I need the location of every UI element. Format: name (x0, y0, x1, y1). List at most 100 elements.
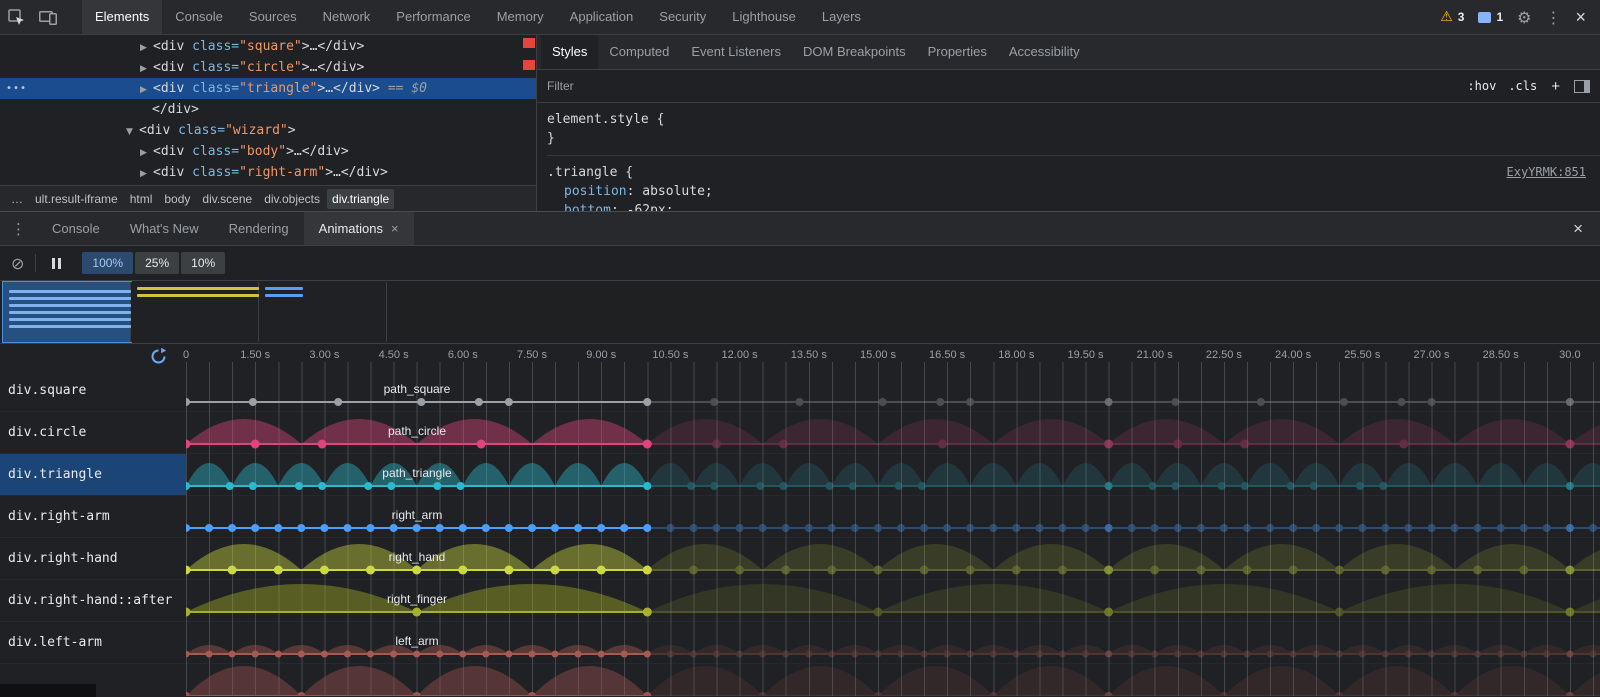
timeline-row-label[interactable]: div.left-arm (0, 622, 186, 663)
main-tab-security[interactable]: Security (646, 0, 719, 34)
main-tab-application[interactable]: Application (557, 0, 647, 34)
timeline-row-label[interactable]: div.triangle (0, 454, 186, 495)
timeline-row[interactable]: div.trianglepath_triangle (0, 454, 1600, 496)
sidebar-tab-computed[interactable]: Computed (598, 35, 680, 69)
breadcrumb-item[interactable]: … (6, 189, 28, 209)
disclosure-arrow-icon[interactable]: ▶ (140, 80, 153, 101)
timeline-row-track[interactable]: path_circle (186, 412, 1600, 453)
issues-badge[interactable]: 1 (1478, 10, 1503, 24)
timeline-row-track[interactable]: right_finger (186, 580, 1600, 621)
settings-gear-icon[interactable]: ⚙ (1517, 8, 1531, 27)
clear-all-icon[interactable]: ⊘ (11, 254, 24, 273)
timeline-row-track[interactable] (186, 664, 1600, 696)
code-token: "right-arm" (239, 165, 325, 180)
timeline-row-label[interactable]: div.right-hand (0, 538, 186, 579)
drawer-tab-console[interactable]: Console (37, 212, 115, 245)
main-tab-layers[interactable]: Layers (809, 0, 874, 34)
close-devtools-icon[interactable]: × (1575, 7, 1586, 28)
breadcrumb-item[interactable]: div.objects (259, 189, 325, 209)
preview-line (265, 287, 303, 290)
stylesheet-source-link[interactable]: ExyYRMK:851 (1507, 163, 1586, 182)
dom-node[interactable]: ▼<div class="wizard"> (0, 120, 536, 141)
timeline-row[interactable]: div.right-hand::afterright_finger (0, 580, 1600, 622)
css-property[interactable]: position: absolute; (547, 182, 1600, 201)
playback-rate-25[interactable]: 25% (135, 252, 179, 274)
code-token: <div (139, 123, 170, 138)
playback-rate-10[interactable]: 10% (181, 252, 225, 274)
sidebar-tab-styles[interactable]: Styles (541, 35, 598, 69)
overflow-indicator-icon: ••• (6, 78, 27, 99)
timeline-row[interactable]: div.right-handright_hand (0, 538, 1600, 580)
pause-all-button[interactable] (47, 258, 66, 269)
dom-node[interactable]: ▶<div class="right-arm">…</div> (0, 162, 536, 183)
timeline-row-track[interactable]: path_square (186, 370, 1600, 411)
timeline-row-track[interactable]: right_arm (186, 496, 1600, 537)
timeline-row-label[interactable]: div.right-arm (0, 496, 186, 537)
dom-node[interactable]: </div> (0, 99, 536, 120)
main-tab-sources[interactable]: Sources (236, 0, 310, 34)
timeline-row-track[interactable]: right_hand (186, 538, 1600, 579)
dom-node[interactable]: ▶<div class="circle">…</div> (0, 57, 536, 78)
main-tab-lighthouse[interactable]: Lighthouse (719, 0, 809, 34)
animation-group-preview[interactable] (259, 282, 387, 342)
sidebar-tab-dom-breakpoints[interactable]: DOM Breakpoints (792, 35, 917, 69)
main-tab-network[interactable]: Network (310, 0, 384, 34)
scrollbar-corner (0, 684, 96, 697)
scrollbar-error-markers[interactable] (522, 35, 536, 185)
disclosure-arrow-icon[interactable]: ▶ (140, 59, 153, 80)
playback-rate-100[interactable]: 100% (82, 252, 133, 274)
timeline-row-track[interactable]: path_triangle (186, 454, 1600, 495)
styles-filter-input[interactable] (547, 79, 1455, 93)
warnings-badge[interactable]: ⚠ 3 (1440, 9, 1464, 25)
timeline-row-label[interactable]: div.square (0, 370, 186, 411)
main-tab-memory[interactable]: Memory (484, 0, 557, 34)
toggle-class-button[interactable]: .cls (1508, 79, 1537, 93)
disclosure-arrow-icon[interactable]: ▼ (126, 122, 139, 143)
drawer-tab-rendering[interactable]: Rendering (214, 212, 304, 245)
breadcrumb-item[interactable]: ult.result-iframe (30, 189, 123, 209)
toggle-sidebar-icon[interactable] (1574, 80, 1590, 93)
code-token: "triangle" (239, 81, 317, 96)
sidebar-tab-accessibility[interactable]: Accessibility (998, 35, 1091, 69)
main-tab-console[interactable]: Console (162, 0, 236, 34)
ruler-label: 30.0 (1559, 349, 1580, 361)
toggle-hover-state-button[interactable]: :hov (1467, 79, 1496, 93)
dom-node[interactable]: •••▶<div class="triangle">…</div> == $0 (0, 78, 536, 99)
breadcrumb-item[interactable]: div.scene (197, 189, 257, 209)
new-style-rule-button[interactable]: + (1549, 78, 1562, 95)
timeline-row-label[interactable]: div.right-hand::after (0, 580, 186, 621)
animation-group-preview[interactable] (3, 282, 131, 342)
dom-node[interactable]: ▶<div class="body">…</div> (0, 141, 536, 162)
breadcrumb-item[interactable]: body (159, 189, 195, 209)
timeline-ruler: 01.50 s3.00 s4.50 s6.00 s7.50 s9.00 s10.… (186, 349, 1600, 363)
close-drawer-icon[interactable]: × (1556, 219, 1600, 239)
close-tab-icon[interactable]: × (391, 212, 399, 245)
code-token: > (286, 144, 294, 159)
device-toolbar-icon[interactable] (32, 0, 64, 34)
timeline-row[interactable]: div.right-armright_arm (0, 496, 1600, 538)
replay-button[interactable] (149, 347, 168, 371)
timeline-row-label[interactable]: div.circle (0, 412, 186, 453)
disclosure-arrow-icon[interactable]: ▶ (140, 164, 153, 185)
timeline-row[interactable] (0, 664, 1600, 696)
drawer-more-icon[interactable]: ⋮ (0, 220, 37, 238)
breadcrumb-item[interactable]: div.triangle (327, 189, 394, 209)
timeline-row[interactable]: div.left-armleft_arm (0, 622, 1600, 664)
timeline-row[interactable]: div.circlepath_circle (0, 412, 1600, 454)
disclosure-arrow-icon[interactable]: ▶ (140, 143, 153, 164)
sidebar-tab-event-listeners[interactable]: Event Listeners (680, 35, 792, 69)
inspect-element-icon[interactable] (0, 0, 32, 34)
dom-node[interactable]: ▶<div class="square">…</div> (0, 36, 536, 57)
css-property[interactable]: bottom: -62px; (547, 201, 1600, 211)
main-tab-elements[interactable]: Elements (82, 0, 162, 34)
timeline-row-track[interactable]: left_arm (186, 622, 1600, 663)
main-tab-performance[interactable]: Performance (383, 0, 483, 34)
more-options-icon[interactable]: ⋮ (1545, 8, 1561, 27)
drawer-tab-animations[interactable]: Animations× (304, 212, 414, 245)
drawer-tab-what-s-new[interactable]: What's New (115, 212, 214, 245)
timeline-row[interactable]: div.squarepath_square (0, 370, 1600, 412)
animation-group-preview[interactable] (131, 282, 259, 342)
breadcrumb-item[interactable]: html (125, 189, 158, 209)
sidebar-tab-properties[interactable]: Properties (917, 35, 998, 69)
disclosure-arrow-icon[interactable]: ▶ (140, 38, 153, 59)
